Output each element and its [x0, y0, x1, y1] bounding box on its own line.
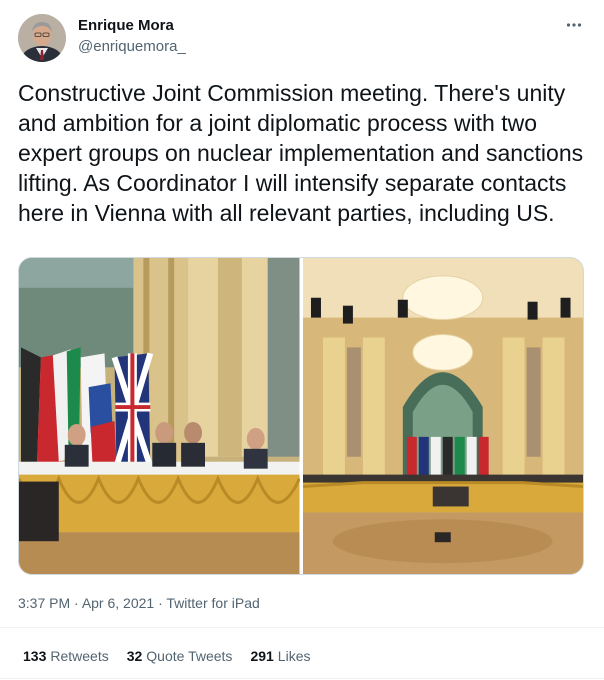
- divider-top: [0, 627, 604, 628]
- engagement-stats: 133 Retweets 32 Quote Tweets 291 Likes: [23, 647, 310, 665]
- tweet: Enrique Mora @enriquemora_ Constructive …: [0, 0, 604, 680]
- likes-label: Likes: [277, 648, 311, 664]
- retweets-stat[interactable]: 133 Retweets: [23, 647, 109, 665]
- meta-separator: ·: [70, 595, 82, 611]
- tweet-meta: 3:37 PM · Apr 6, 2021 · Twitter for iPad: [18, 594, 260, 612]
- meta-separator-2: ·: [154, 595, 167, 611]
- retweets-count: 133: [23, 648, 47, 664]
- photo-meeting-hall[interactable]: [302, 258, 583, 574]
- media-grid: [18, 257, 584, 575]
- tweet-time[interactable]: 3:37 PM: [18, 595, 70, 611]
- likes-stat[interactable]: 291 Likes: [250, 647, 310, 665]
- more-button[interactable]: [563, 14, 585, 36]
- author-name[interactable]: Enrique Mora: [78, 17, 174, 35]
- quote-tweets-count: 32: [126, 648, 143, 664]
- retweets-label: Retweets: [50, 648, 109, 664]
- photo-delegation-flags[interactable]: [19, 258, 300, 574]
- quote-tweets-label: Quote Tweets: [146, 648, 233, 664]
- tweet-date[interactable]: Apr 6, 2021: [82, 595, 154, 611]
- divider-bottom: [0, 678, 604, 679]
- likes-count: 291: [250, 648, 274, 664]
- quote-tweets-stat[interactable]: 32 Quote Tweets: [127, 647, 233, 665]
- avatar[interactable]: [18, 14, 66, 62]
- author-handle[interactable]: @enriquemora_: [78, 38, 186, 56]
- tweet-source[interactable]: Twitter for iPad: [166, 595, 259, 611]
- more-horizontal-icon: [566, 23, 582, 27]
- tweet-text: Constructive Joint Commission meeting. T…: [18, 80, 584, 226]
